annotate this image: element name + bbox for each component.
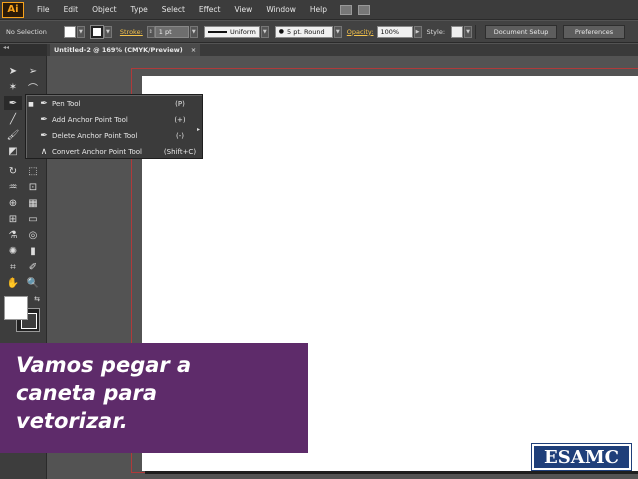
free-transform-icon[interactable]: ⊡ xyxy=(24,180,42,194)
fill-color-icon[interactable] xyxy=(4,296,28,320)
menu-edit[interactable]: Edit xyxy=(57,5,86,14)
mesh-tool-icon[interactable]: ⊞ xyxy=(4,212,22,226)
control-separator xyxy=(475,24,477,39)
brush-dot-icon: ● xyxy=(278,28,285,35)
fill-swatch[interactable] xyxy=(63,25,76,38)
flyout-item-shortcut: (-) xyxy=(176,132,184,140)
swap-colors-icon[interactable]: ⇆ xyxy=(28,292,46,306)
pen-tool-flyout: ■ ✒ Pen Tool (P) ✒ Add Anchor Point Tool… xyxy=(25,94,203,159)
fill-dropdown[interactable]: ▼ xyxy=(76,25,85,38)
style-swatch[interactable] xyxy=(451,25,464,38)
gradient-tool-icon[interactable]: ▭ xyxy=(24,212,42,226)
shape-builder-icon[interactable]: ⊕ xyxy=(4,196,22,210)
delete-anchor-icon: ✒ xyxy=(40,131,48,141)
stroke-label[interactable]: Stroke: xyxy=(120,28,143,36)
opacity-label[interactable]: Opacity: xyxy=(347,28,374,36)
artboard-tool-icon[interactable]: ⌗ xyxy=(4,260,22,274)
flyout-item-label: Delete Anchor Point Tool xyxy=(52,132,138,140)
menu-object[interactable]: Object xyxy=(85,5,123,14)
flyout-item-shortcut: (P) xyxy=(175,100,185,108)
pen-icon: ✒ xyxy=(40,99,48,109)
stroke-profile-select[interactable]: Uniform xyxy=(203,25,260,38)
app-logo: Ai xyxy=(2,1,24,18)
menu-help[interactable]: Help xyxy=(303,5,334,14)
brush-select[interactable]: ● 5 pt. Round xyxy=(274,25,333,38)
stroke-profile-label: Uniform xyxy=(229,27,256,36)
menu-window[interactable]: Window xyxy=(259,5,303,14)
opacity-dropdown[interactable]: ▶ xyxy=(413,25,422,38)
line-tool-icon[interactable]: ╱ xyxy=(4,112,22,126)
menu-select[interactable]: Select xyxy=(155,5,192,14)
stroke-weight-dropdown[interactable]: ▼ xyxy=(189,25,198,38)
stroke-weight-stepper[interactable]: ⇕ xyxy=(146,25,155,38)
menu-type[interactable]: Type xyxy=(124,5,155,14)
flyout-item-label: Add Anchor Point Tool xyxy=(52,116,128,124)
convert-anchor-icon: ∧ xyxy=(40,147,48,157)
slice-tool-icon[interactable]: ✐ xyxy=(24,260,42,274)
close-icon[interactable]: × xyxy=(191,46,196,54)
menu-items: File Edit Object Type Select Effect View… xyxy=(30,5,334,14)
add-anchor-icon: ✒ xyxy=(40,115,48,125)
brush-label: 5 pt. Round xyxy=(287,27,325,36)
stroke-profile-dropdown[interactable]: ▼ xyxy=(260,25,269,38)
menu-file[interactable]: File xyxy=(30,5,57,14)
selection-status: No Selection xyxy=(6,27,47,36)
esamc-logo: ESAMC xyxy=(531,443,632,471)
menu-effect[interactable]: Effect xyxy=(192,5,228,14)
flyout-tearoff-icon[interactable]: ▸ xyxy=(197,126,200,133)
hand-tool-icon[interactable]: ✋ xyxy=(4,276,22,290)
eraser-tool-icon[interactable]: ◩ xyxy=(4,144,22,158)
arrange-documents-icon[interactable] xyxy=(358,4,370,15)
rotate-tool-icon[interactable]: ↻ xyxy=(4,164,22,178)
caption-line-2: caneta para xyxy=(16,381,158,405)
style-label: Style: xyxy=(426,27,446,36)
document-tab[interactable]: Untitled-2 @ 169% (CMYK/Preview) × xyxy=(50,44,200,56)
document-tab-title: Untitled-2 @ 169% (CMYK/Preview) xyxy=(54,46,183,54)
style-dropdown[interactable]: ▼ xyxy=(464,25,473,38)
flyout-item-label: Pen Tool xyxy=(52,100,81,108)
stroke-dropdown[interactable]: ▼ xyxy=(103,25,112,38)
brush-tool-icon[interactable]: 🖌 xyxy=(4,128,22,142)
opacity-field[interactable]: 100% xyxy=(376,25,413,38)
brush-dropdown[interactable]: ▼ xyxy=(333,25,342,38)
menu-bar: Ai File Edit Object Type Select Effect V… xyxy=(0,0,638,20)
flyout-item-convert-anchor[interactable]: ∧ Convert Anchor Point Tool (Shift+C) xyxy=(26,144,202,160)
bridge-icon[interactable] xyxy=(340,4,352,15)
flyout-item-add-anchor[interactable]: ✒ Add Anchor Point Tool (+) xyxy=(26,112,202,128)
document-setup-button[interactable]: Document Setup xyxy=(485,24,558,39)
direct-selection-icon[interactable]: ➢ xyxy=(24,64,42,78)
stroke-weight-field[interactable]: 1 pt xyxy=(154,25,189,38)
caption-line-1: Vamos pegar a xyxy=(16,353,192,377)
warp-tool-icon[interactable]: ♒ xyxy=(4,180,22,194)
lasso-icon[interactable]: ⌒ xyxy=(24,80,42,95)
flyout-item-label: Convert Anchor Point Tool xyxy=(52,148,143,156)
flyout-item-pen[interactable]: ■ ✒ Pen Tool (P) xyxy=(26,96,202,112)
flyout-item-shortcut: (Shift+C) xyxy=(163,148,197,156)
perspective-grid-icon[interactable]: ▦ xyxy=(24,196,42,210)
flyout-item-shortcut: (+) xyxy=(174,116,186,124)
blend-tool-icon[interactable]: ◎ xyxy=(24,228,42,242)
eyedropper-icon[interactable]: ⚗ xyxy=(4,228,22,242)
column-graph-icon[interactable]: ▮ xyxy=(24,244,42,258)
selection-tool-icon[interactable]: ➤ xyxy=(4,64,22,78)
zoom-tool-icon[interactable]: 🔍 xyxy=(24,276,42,290)
stroke-swatch[interactable] xyxy=(89,24,104,39)
toolbox-header[interactable]: ◂◂ xyxy=(0,44,47,56)
menu-view[interactable]: View xyxy=(228,5,260,14)
symbol-sprayer-icon[interactable]: ✺ xyxy=(4,244,22,258)
active-bullet-icon: ■ xyxy=(28,100,34,108)
scale-tool-icon[interactable]: ⬚ xyxy=(24,164,42,178)
magic-wand-icon[interactable]: ✶ xyxy=(4,80,22,94)
document-tab-row: Untitled-2 @ 169% (CMYK/Preview) × xyxy=(0,44,638,56)
preferences-button[interactable]: Preferences xyxy=(563,24,626,39)
control-bar: No Selection ▼ ▼ Stroke: ⇕ 1 pt ▼ Unifor… xyxy=(0,21,638,43)
caption-line-3: vetorizar. xyxy=(16,409,128,433)
flyout-item-delete-anchor[interactable]: ✒ Delete Anchor Point Tool (-) xyxy=(26,128,202,144)
stroke-profile-preview xyxy=(207,30,227,33)
pen-tool-icon[interactable]: ✒ xyxy=(4,96,22,110)
caption-box: Vamos pegar a caneta para vetorizar. xyxy=(0,343,308,453)
